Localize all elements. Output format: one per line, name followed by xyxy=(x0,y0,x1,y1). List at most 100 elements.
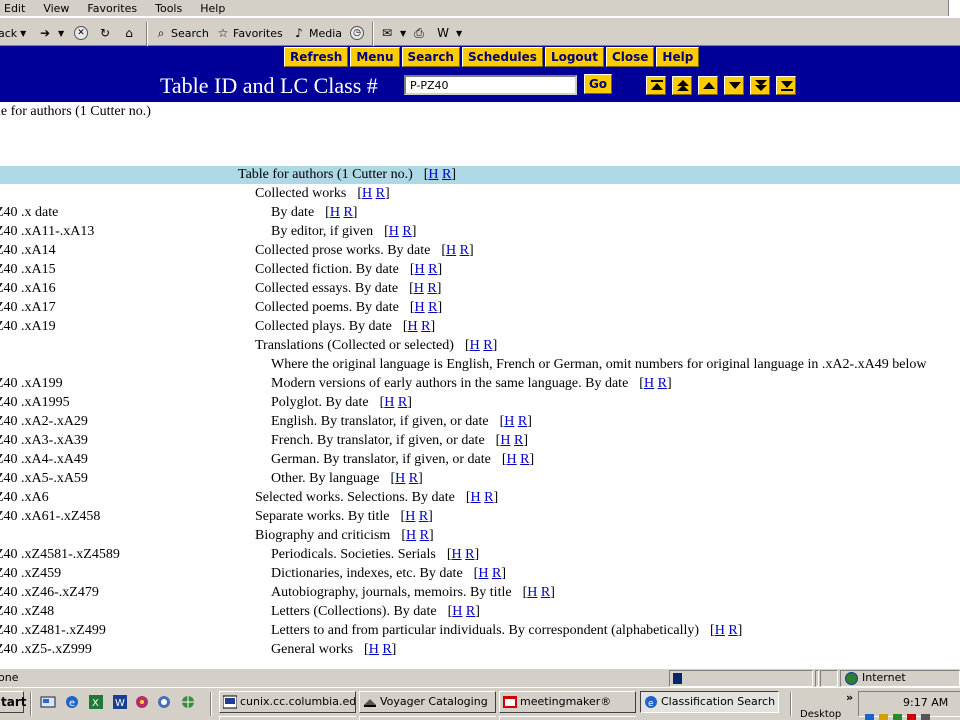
word-icon[interactable]: W xyxy=(112,694,128,710)
hierarchy-link[interactable]: H xyxy=(428,167,438,182)
record-link[interactable]: R xyxy=(520,452,529,467)
chevron-right-icon[interactable]: » xyxy=(846,691,853,704)
menu-button[interactable]: Menu xyxy=(350,47,400,67)
hierarchy-link[interactable]: H xyxy=(471,490,481,505)
clock[interactable]: 9:17 AM xyxy=(903,696,948,709)
go-button[interactable]: Go xyxy=(584,74,612,94)
print-button[interactable]: ⎙ xyxy=(412,24,429,42)
home-button[interactable]: ⌂ xyxy=(122,24,139,42)
favorites-toolbar-button[interactable]: ☆ Favorites xyxy=(216,24,283,42)
line-up-button[interactable] xyxy=(698,76,718,95)
mail-dropdown-icon[interactable]: ▼ xyxy=(400,29,406,38)
hierarchy-link[interactable]: H xyxy=(415,262,425,277)
edit-button[interactable]: W ▼ xyxy=(436,24,462,42)
record-link[interactable]: R xyxy=(541,585,550,600)
hierarchy-link[interactable]: H xyxy=(500,433,510,448)
hierarchy-link[interactable]: H xyxy=(446,243,456,258)
record-link[interactable]: R xyxy=(466,604,475,619)
record-link[interactable]: R xyxy=(658,376,667,391)
record-link[interactable]: R xyxy=(421,319,430,334)
show-desktop-icon[interactable] xyxy=(40,694,56,710)
first-page-button[interactable] xyxy=(646,76,666,95)
stop-button[interactable]: ✕ xyxy=(74,24,91,42)
hierarchy-link[interactable]: H xyxy=(644,376,654,391)
close-button[interactable]: Close xyxy=(605,47,655,67)
hierarchy-link[interactable]: H xyxy=(405,509,415,524)
menu-edit[interactable]: Edit xyxy=(4,2,25,15)
page-down-button[interactable] xyxy=(750,76,770,95)
task-meetingmaker[interactable]: meetingmaker® xyxy=(499,691,636,713)
hierarchy-link[interactable]: H xyxy=(470,338,480,353)
menu-favorites[interactable]: Favorites xyxy=(87,2,137,15)
hierarchy-link[interactable]: H xyxy=(452,604,462,619)
hierarchy-link[interactable]: H xyxy=(362,186,372,201)
record-link[interactable]: R xyxy=(484,490,493,505)
hierarchy-link[interactable]: H xyxy=(414,281,424,296)
tray-volume-icon[interactable] xyxy=(921,714,930,720)
hierarchy-link[interactable]: H xyxy=(415,300,425,315)
task-classification-search[interactable]: e Classification Search ... xyxy=(640,691,779,713)
record-link[interactable]: R xyxy=(409,471,418,486)
record-link[interactable]: R xyxy=(428,262,437,277)
media-toolbar-button[interactable]: ♪ Media xyxy=(292,24,342,42)
menu-help[interactable]: Help xyxy=(200,2,225,15)
line-down-button[interactable] xyxy=(724,76,744,95)
record-link[interactable]: R xyxy=(428,300,437,315)
start-button[interactable]: tart xyxy=(0,691,27,713)
record-link[interactable]: R xyxy=(382,642,391,657)
mail-button[interactable]: ✉ ▼ xyxy=(380,24,406,42)
hierarchy-link[interactable]: H xyxy=(408,319,418,334)
record-link[interactable]: R xyxy=(376,186,385,201)
menu-tools[interactable]: Tools xyxy=(155,2,182,15)
refresh-toolbar-button[interactable]: ↻ xyxy=(98,24,115,42)
history-button[interactable]: ◷ xyxy=(350,24,367,42)
logout-button[interactable]: Logout xyxy=(544,47,604,67)
record-link[interactable]: R xyxy=(460,243,469,258)
back-button[interactable]: ack ▼ xyxy=(0,24,26,42)
hierarchy-link[interactable]: H xyxy=(395,471,405,486)
record-link[interactable]: R xyxy=(728,623,737,638)
hierarchy-link[interactable]: H xyxy=(452,547,462,562)
back-dropdown-icon[interactable]: ▼ xyxy=(20,29,26,38)
class-number-input[interactable] xyxy=(404,75,577,95)
record-link[interactable]: R xyxy=(343,205,352,220)
record-link[interactable]: R xyxy=(514,433,523,448)
tray-app-icon[interactable] xyxy=(893,714,902,720)
record-link[interactable]: R xyxy=(442,167,451,182)
internet-explorer-icon[interactable]: e xyxy=(64,694,80,710)
hierarchy-link[interactable]: H xyxy=(507,452,517,467)
app-flower-icon[interactable] xyxy=(134,694,150,710)
task-cunix[interactable]: cunix.cc.columbia.ed... xyxy=(219,691,356,713)
tray-network-icon[interactable] xyxy=(865,714,874,720)
hierarchy-link[interactable]: H xyxy=(384,395,394,410)
record-link[interactable]: R xyxy=(402,224,411,239)
hierarchy-link[interactable]: H xyxy=(330,205,340,220)
hierarchy-link[interactable]: H xyxy=(504,414,514,429)
record-link[interactable]: R xyxy=(465,547,474,562)
app-network-icon[interactable] xyxy=(156,694,172,710)
record-link[interactable]: R xyxy=(492,566,501,581)
menu-view[interactable]: View xyxy=(43,2,69,15)
forward-dropdown-icon[interactable]: ▼ xyxy=(58,29,64,38)
last-page-button[interactable] xyxy=(776,76,796,95)
hierarchy-link[interactable]: H xyxy=(715,623,725,638)
tray-antivirus-icon[interactable] xyxy=(879,714,888,720)
search-toolbar-button[interactable]: ⌕ Search xyxy=(154,24,209,42)
hierarchy-link[interactable]: H xyxy=(478,566,488,581)
record-link[interactable]: R xyxy=(427,281,436,296)
record-link[interactable]: R xyxy=(420,528,429,543)
record-link[interactable]: R xyxy=(419,509,428,524)
desktop-toolbar-label[interactable]: Desktop xyxy=(800,709,841,720)
task-voyager-cataloging[interactable]: Voyager Cataloging xyxy=(359,691,496,713)
edit-dropdown-icon[interactable]: ▼ xyxy=(456,29,462,38)
forward-button[interactable]: ➔ ▼ xyxy=(38,24,64,42)
hierarchy-link[interactable]: H xyxy=(369,642,379,657)
excel-icon[interactable]: X xyxy=(88,694,104,710)
record-link[interactable]: R xyxy=(483,338,492,353)
tray-alert-icon[interactable] xyxy=(907,714,916,720)
hierarchy-link[interactable]: H xyxy=(389,224,399,239)
refresh-button[interactable]: Refresh xyxy=(284,47,349,67)
schedules-button[interactable]: Schedules xyxy=(461,47,543,67)
help-button[interactable]: Help xyxy=(656,47,700,67)
record-link[interactable]: R xyxy=(398,395,407,410)
